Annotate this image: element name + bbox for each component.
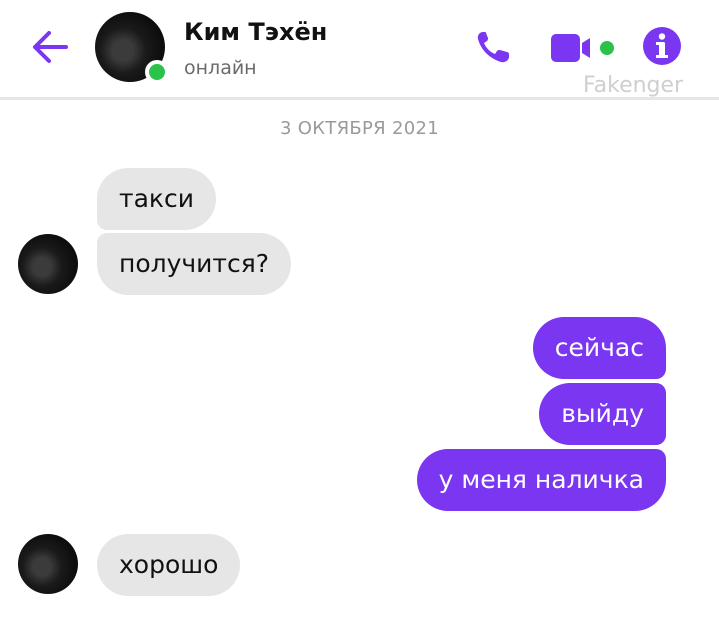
video-camera-icon[interactable] xyxy=(550,31,618,65)
message-bubble-outgoing[interactable]: выйду xyxy=(539,383,666,445)
message-bubble-outgoing[interactable]: у меня наличка xyxy=(416,449,666,511)
sender-avatar[interactable] xyxy=(18,234,78,294)
contact-name[interactable]: Ким Тэхён xyxy=(184,18,327,46)
message-bubble-incoming[interactable]: хорошо xyxy=(97,534,241,596)
sender-avatar[interactable] xyxy=(18,534,78,594)
message-bubble-incoming[interactable]: получится? xyxy=(97,233,292,295)
contact-status: онлайн xyxy=(184,57,257,79)
back-arrow-icon[interactable] xyxy=(30,28,70,66)
info-icon[interactable] xyxy=(642,26,682,66)
chat-header: Ким Тэхён онлайн Fakenger xyxy=(0,0,719,100)
phone-icon[interactable] xyxy=(474,29,514,65)
online-indicator xyxy=(145,60,169,84)
watermark: Fakenger xyxy=(583,73,684,98)
message-bubble-outgoing[interactable]: сейчас xyxy=(532,317,666,379)
message-bubble-incoming[interactable]: такси xyxy=(97,168,216,230)
contact-avatar[interactable] xyxy=(95,12,169,84)
date-separator: 3 ОКТЯБРЯ 2021 xyxy=(279,118,440,139)
